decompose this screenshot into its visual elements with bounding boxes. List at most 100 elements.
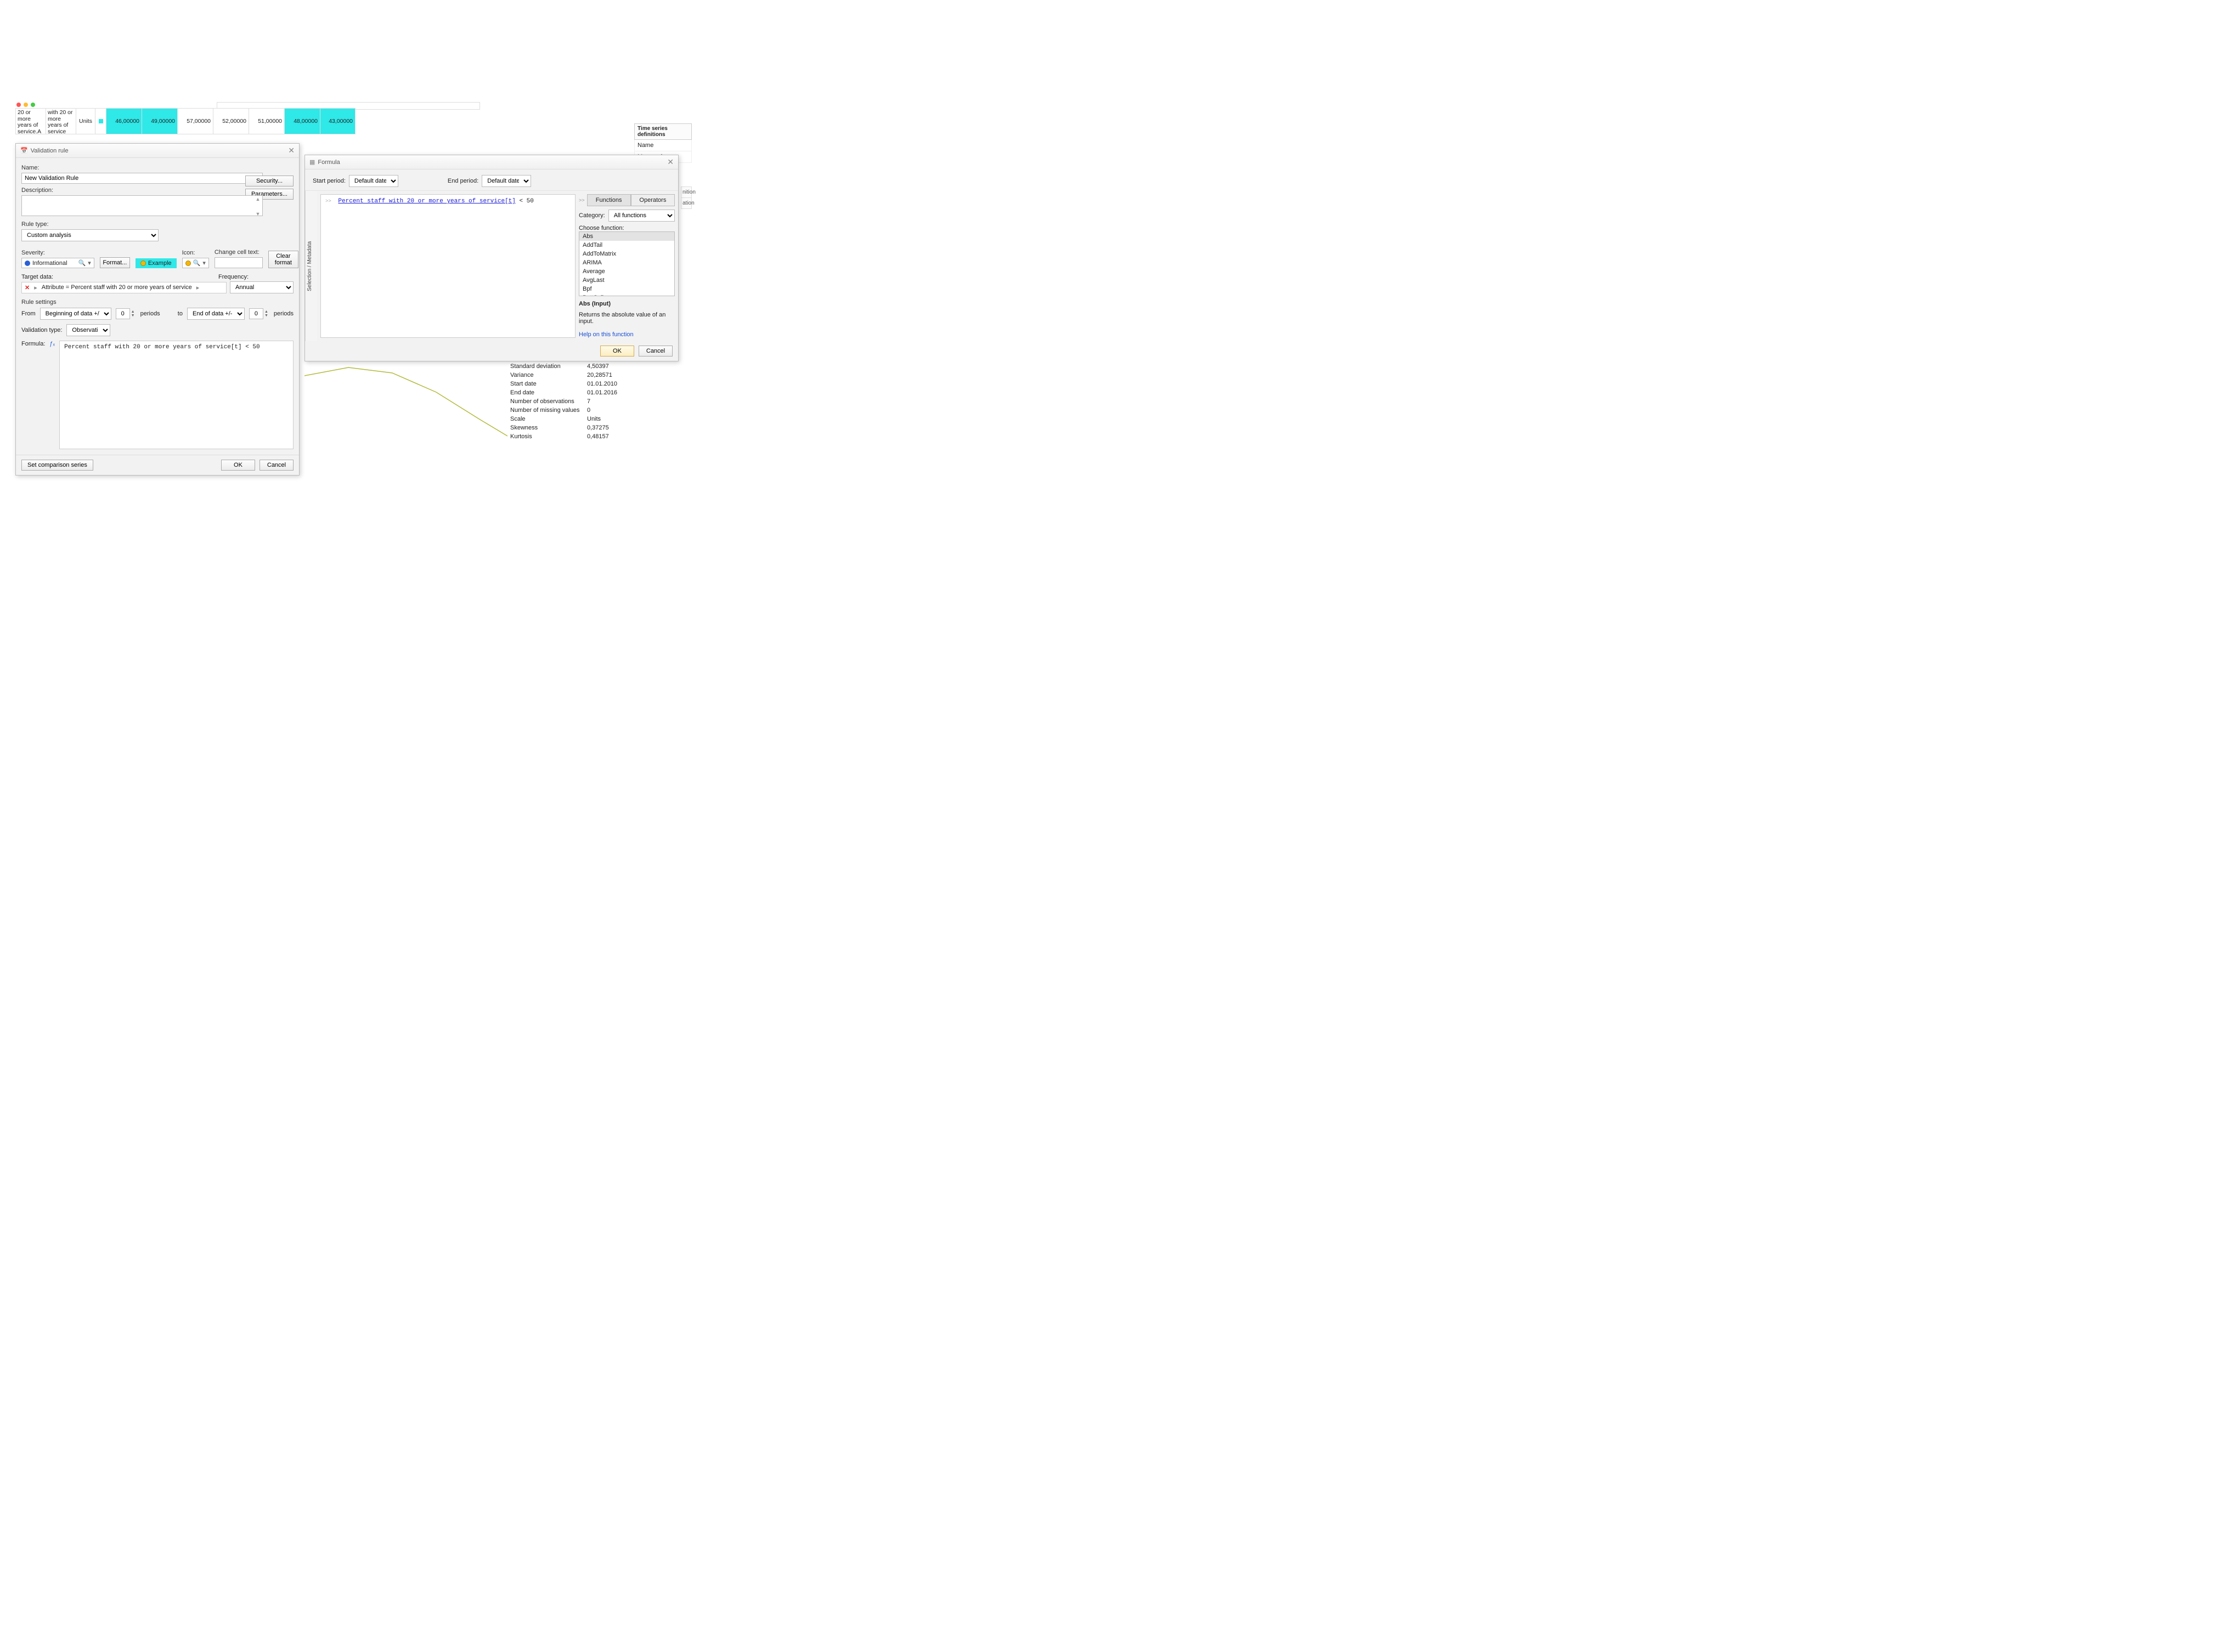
- dialog-title: Validation rule: [31, 148, 69, 154]
- panel-row[interactable]: Name: [634, 140, 692, 151]
- cancel-button[interactable]: Cancel: [639, 346, 673, 357]
- example-icon: [140, 261, 146, 266]
- ok-button[interactable]: OK: [221, 460, 255, 471]
- to-label: to: [178, 310, 183, 317]
- formula-dialog: ▦ Formula ✕ Start period: Default date E…: [304, 155, 679, 361]
- list-item[interactable]: Abs: [579, 232, 674, 241]
- clipped-tab[interactable]: nition: [681, 186, 692, 197]
- line-chart: [304, 359, 507, 442]
- grid-cell[interactable]: 52,00000: [213, 108, 249, 134]
- function-listbox[interactable]: Abs AddTail AddToMatrix ARIMA Average Av…: [579, 231, 675, 296]
- set-comparison-button[interactable]: Set comparison series: [21, 460, 93, 471]
- grid-cell[interactable]: 48,00000: [284, 108, 320, 134]
- stat-value: 20,28571: [587, 372, 634, 378]
- category-select[interactable]: All functions: [608, 210, 675, 222]
- description-textarea[interactable]: [21, 195, 263, 216]
- ok-button[interactable]: OK: [600, 346, 634, 357]
- grid-cell[interactable]: 49,00000: [142, 108, 177, 134]
- scrollbar-icon[interactable]: ▲▼: [254, 196, 262, 217]
- formula-editor-icon[interactable]: ƒₓ: [49, 341, 55, 347]
- validation-type-select[interactable]: Observation: [66, 324, 110, 336]
- name-input[interactable]: [21, 173, 263, 184]
- start-period-label: Start period:: [313, 178, 346, 184]
- stat-value: 7: [587, 398, 634, 405]
- formula-editor[interactable]: >> Percent staff with 20 or more years o…: [320, 194, 576, 338]
- formula-textarea[interactable]: Percent staff with 20 or more years of s…: [59, 341, 294, 449]
- end-period-select[interactable]: Default date: [482, 175, 531, 187]
- expand-icon[interactable]: >>: [325, 199, 331, 204]
- change-cell-input[interactable]: [215, 257, 263, 268]
- warning-icon: [185, 261, 191, 266]
- periods-label: periods: [140, 310, 160, 317]
- stat-value: 01.01.2010: [587, 381, 634, 387]
- list-item[interactable]: AvgLast: [579, 276, 674, 285]
- list-item[interactable]: AddTail: [579, 241, 674, 250]
- grid-cell[interactable]: 51,00000: [249, 108, 284, 134]
- from-select[interactable]: Beginning of data +/-: [40, 308, 111, 320]
- search-icon[interactable]: 🔍: [78, 259, 86, 267]
- stat-value: 0: [587, 407, 634, 414]
- to-select[interactable]: End of data +/-: [187, 308, 245, 320]
- search-icon[interactable]: 🔍: [193, 259, 201, 267]
- target-data-value: Attribute = Percent staff with 20 or mor…: [42, 284, 192, 291]
- from-offset-spinner[interactable]: ▲▼: [116, 308, 136, 319]
- dialog-title: Formula: [318, 159, 340, 166]
- clear-format-button[interactable]: Clear format: [268, 251, 298, 268]
- calendar-icon: 📅: [20, 147, 28, 154]
- formula-token: Percent staff with 20 or more years of s…: [338, 198, 515, 205]
- format-button[interactable]: Format...: [100, 257, 130, 268]
- stat-value: 0,48157: [587, 433, 634, 440]
- chevron-down-icon[interactable]: ▾: [88, 259, 91, 267]
- example-chip: Example: [136, 258, 177, 268]
- help-link[interactable]: Help on this function: [579, 331, 675, 338]
- security-button[interactable]: Security...: [245, 176, 294, 186]
- stat-label: Variance: [510, 372, 587, 378]
- rule-settings-label: Rule settings: [21, 299, 294, 305]
- stat-label: Scale: [510, 416, 587, 422]
- row-swatch: [95, 108, 106, 134]
- to-offset-spinner[interactable]: ▲▼: [249, 308, 269, 319]
- clipped-tabs: nition ation: [681, 186, 692, 209]
- row-units: Units: [76, 108, 95, 134]
- data-grid-row: 20 or more years of service.A with 20 or…: [15, 108, 356, 134]
- list-item[interactable]: Average: [579, 267, 674, 276]
- list-item[interactable]: Bpf: [579, 285, 674, 293]
- formula-icon: ▦: [309, 159, 315, 166]
- list-item[interactable]: ARIMA: [579, 258, 674, 267]
- stat-value: Units: [587, 416, 634, 422]
- frequency-label: Frequency:: [218, 274, 249, 280]
- validation-type-label: Validation type:: [21, 327, 62, 333]
- start-period-select[interactable]: Default date: [349, 175, 398, 187]
- list-item[interactable]: AddToMatrix: [579, 250, 674, 258]
- target-data-label: Target data:: [21, 274, 53, 280]
- chevron-down-icon[interactable]: ▾: [202, 259, 206, 267]
- grid-cell[interactable]: 43,00000: [320, 108, 356, 134]
- delete-icon[interactable]: ✕: [25, 284, 30, 291]
- grid-cell[interactable]: 46,00000: [106, 108, 142, 134]
- name-label: Name:: [21, 165, 294, 171]
- frequency-select[interactable]: Annual: [230, 281, 294, 293]
- icon-select[interactable]: 🔍 ▾: [182, 258, 209, 268]
- rule-type-select[interactable]: Custom analysis: [21, 229, 159, 241]
- change-cell-label: Change cell text:: [215, 249, 263, 256]
- validation-rule-dialog: 📅 Validation rule ✕ Security... Paramete…: [15, 143, 300, 476]
- close-icon[interactable]: ✕: [667, 157, 674, 167]
- selection-metadata-tab[interactable]: Selection / Metadata: [305, 191, 317, 341]
- panel-tab[interactable]: Time series definitions: [634, 123, 692, 140]
- stat-label: Number of observations: [510, 398, 587, 405]
- clipped-tab[interactable]: ation: [681, 197, 692, 209]
- formula-label: Formula:: [21, 341, 45, 347]
- severity-select[interactable]: Informational 🔍 ▾: [21, 258, 94, 268]
- stat-label: Start date: [510, 381, 587, 387]
- stat-label: Standard deviation: [510, 363, 587, 370]
- info-icon: [25, 261, 30, 266]
- tab-operators[interactable]: Operators: [631, 194, 675, 206]
- cancel-button[interactable]: Cancel: [260, 460, 294, 471]
- grid-cell[interactable]: 57,00000: [177, 108, 213, 134]
- function-description: Returns the absolute value of an input.: [579, 312, 675, 325]
- close-icon[interactable]: ✕: [288, 146, 295, 155]
- expand-icon[interactable]: >>: [579, 197, 585, 203]
- list-item[interactable]: ButtSplice: [579, 293, 674, 296]
- tab-functions[interactable]: Functions: [587, 194, 631, 206]
- stat-value: 4,50397: [587, 363, 634, 370]
